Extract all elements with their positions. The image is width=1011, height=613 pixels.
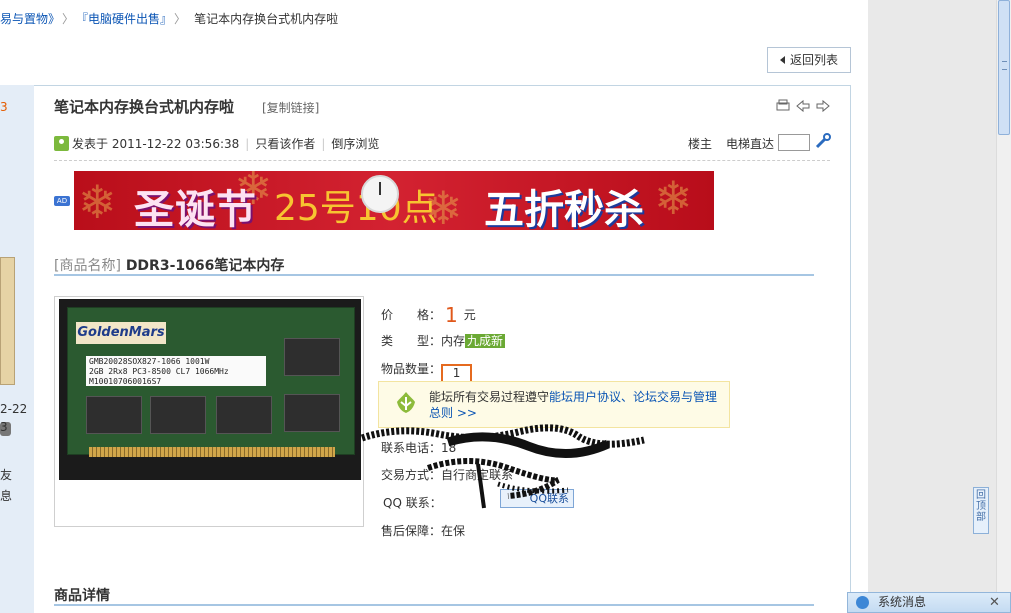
only-author-link[interactable]: 只看该作者 xyxy=(255,137,315,151)
reverse-order-link[interactable]: 倒序浏览 xyxy=(331,137,379,151)
back-to-list-button[interactable]: 返回列表 xyxy=(767,47,851,73)
memory-chip xyxy=(284,394,340,432)
type-row: 类 型：内存 九成新 xyxy=(381,332,506,349)
breadcrumb-item-thread: 笔记本内存换台式机内存啦 xyxy=(194,12,339,26)
sidebar-date: 2-22 xyxy=(0,402,28,416)
product-details-heading: 商品详情 xyxy=(54,588,110,604)
message-icon xyxy=(856,596,869,609)
title-tools xyxy=(776,99,836,116)
system-message-bar[interactable]: 系统消息 ✕ xyxy=(847,592,1011,613)
after-sale-label: 售后保障： xyxy=(381,524,442,538)
banner-text-time: 25号10点 xyxy=(274,188,438,229)
close-icon[interactable]: ✕ xyxy=(989,593,1000,612)
post-meta: 发表于 2011-12-22 03:56:38 | 只看该作者 | 倒序浏览 xyxy=(54,135,718,152)
sidebar-date-2: 3 xyxy=(0,420,8,434)
type-value: 内存 xyxy=(441,334,466,348)
divider xyxy=(54,160,830,161)
sidebar-friend-link[interactable]: 友 xyxy=(0,466,12,483)
shield-leaf-icon xyxy=(397,392,415,413)
price-label: 价 格： xyxy=(381,308,442,322)
memory-chip xyxy=(284,338,340,376)
avatar[interactable] xyxy=(0,257,15,385)
notice-text: 能坛所有交易过程遵守能坛用户协议、论坛交易与管理总则 >> xyxy=(429,390,718,420)
memory-chip xyxy=(216,396,272,434)
post-meta-right: 楼主 电梯直达 xyxy=(688,135,774,152)
quantity-label: 物品数量： xyxy=(381,362,442,376)
product-name-row: [商品名称] DDR3-1066笔记本内存 xyxy=(54,255,284,275)
sidebar-number: 3 xyxy=(0,100,8,114)
price-value: 1 xyxy=(445,303,458,327)
print-icon[interactable] xyxy=(776,99,790,111)
floor-go-icon[interactable] xyxy=(815,133,831,149)
snowflake-icon: ❄ xyxy=(78,175,117,229)
back-arrow-icon xyxy=(779,56,785,64)
breadcrumb-item-forum[interactable]: 『电脑硬件出售』 xyxy=(82,12,166,26)
gold-contacts xyxy=(89,447,335,457)
breadcrumb: 易与置物》〉『电脑硬件出售』〉笔记本内存换台式机内存啦 xyxy=(0,12,339,26)
scrollbar[interactable] xyxy=(996,0,1011,613)
price-row: 价 格： 1 元 xyxy=(381,303,476,327)
section-divider xyxy=(54,274,814,276)
type-label: 类 型： xyxy=(381,334,442,348)
product-name-label: [商品名称] xyxy=(54,258,121,274)
memory-chip xyxy=(150,396,206,434)
post-date: 发表于 2011-12-22 03:56:38 xyxy=(72,137,240,151)
ram-brand: GoldenMars xyxy=(76,322,166,344)
back-to-top-button[interactable]: 回顶部 xyxy=(973,487,989,534)
prev-thread-icon[interactable] xyxy=(796,99,810,113)
section-divider xyxy=(54,604,814,606)
system-message-label: 系统消息 xyxy=(878,595,927,609)
condition-badge: 九成新 xyxy=(465,334,506,348)
online-user-icon xyxy=(54,136,69,151)
after-sale-row: 售后保障：在保 xyxy=(381,522,465,539)
elevator-label: 电梯直达 xyxy=(726,137,775,151)
quantity-row: 物品数量： 1 xyxy=(381,360,473,383)
product-photo[interactable]: GoldenMars GMB20028SOX827-1066 1001W 2GB… xyxy=(59,299,361,480)
memory-chip xyxy=(86,396,142,434)
copy-link-button[interactable]: [复制链接] xyxy=(262,99,319,116)
next-thread-icon[interactable] xyxy=(816,99,830,113)
after-sale-value: 在保 xyxy=(441,524,466,538)
thread-title: 笔记本内存换台式机内存啦 xyxy=(54,98,235,116)
redaction-scribble xyxy=(360,424,645,509)
clock-icon xyxy=(361,175,399,213)
floor-label: 楼主 xyxy=(688,137,713,151)
price-unit: 元 xyxy=(463,308,476,322)
ram-module: GoldenMars GMB20028SOX827-1066 1001W 2GB… xyxy=(67,307,355,455)
christmas-sale-banner[interactable]: ❄ ❄ ❄ ❄ 圣诞节 25号10点 五折秒杀 xyxy=(74,171,714,230)
product-name: DDR3-1066笔记本内存 xyxy=(125,258,285,274)
ram-label: GMB20028SOX827-1066 1001W 2GB 2Rx8 PC3-8… xyxy=(86,356,266,386)
title-tools-icons xyxy=(776,99,830,113)
banner-text-sale: 五折秒杀 xyxy=(484,187,644,230)
breadcrumb-item-section[interactable]: 易与置物》 xyxy=(0,12,54,26)
author-sidebar: 3 2-22 3 友 息 xyxy=(0,85,35,613)
sidebar-message-link[interactable]: 息 xyxy=(0,487,12,504)
page-content: 易与置物》〉『电脑硬件出售』〉笔记本内存换台式机内存啦 返回列表 3 2-22 … xyxy=(0,0,868,613)
snowflake-icon: ❄ xyxy=(654,171,693,225)
ad-badge: AD xyxy=(54,196,70,206)
scrollbar-thumb[interactable] xyxy=(998,0,1010,135)
product-photo-frame: GoldenMars GMB20028SOX827-1066 1001W 2GB… xyxy=(54,296,364,527)
banner-text-christmas: 圣诞节 xyxy=(134,187,257,230)
trade-notice: 能坛所有交易过程遵守能坛用户协议、论坛交易与管理总则 >> xyxy=(378,381,730,428)
floor-jump-input[interactable] xyxy=(778,134,810,151)
